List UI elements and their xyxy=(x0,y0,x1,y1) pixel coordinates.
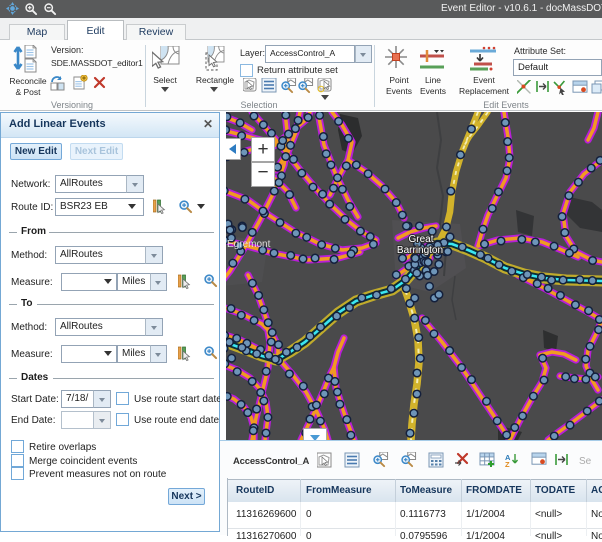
svg-text:Egremont: Egremont xyxy=(227,239,271,250)
svg-text:Se: Se xyxy=(579,456,592,467)
svg-text:Z: Z xyxy=(505,460,510,469)
svg-text:Great: Great xyxy=(408,234,433,245)
svg-text:Barrington: Barrington xyxy=(397,245,443,256)
